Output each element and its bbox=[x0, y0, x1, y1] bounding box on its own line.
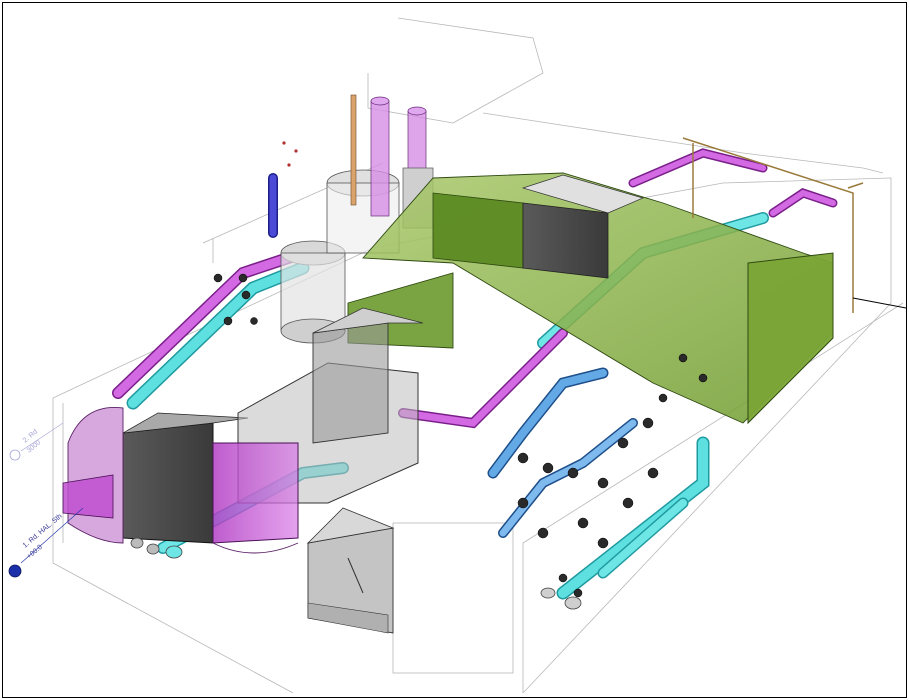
mechanical-room-model: 1. Rd. HAL. Sth +00.0 2. Rd 3000 bbox=[8, 17, 906, 694]
level-head-icon bbox=[9, 449, 21, 461]
section-marker-icon bbox=[282, 141, 298, 167]
electrical-panel bbox=[306, 507, 395, 634]
3d-model-viewport[interactable]: 1. Rd. HAL. Sth +00.0 2. Rd 3000 bbox=[2, 2, 907, 698]
level-head-icon[interactable] bbox=[8, 564, 22, 578]
green-air-handling-unit bbox=[347, 172, 834, 425]
grid-reference-line bbox=[852, 297, 906, 309]
